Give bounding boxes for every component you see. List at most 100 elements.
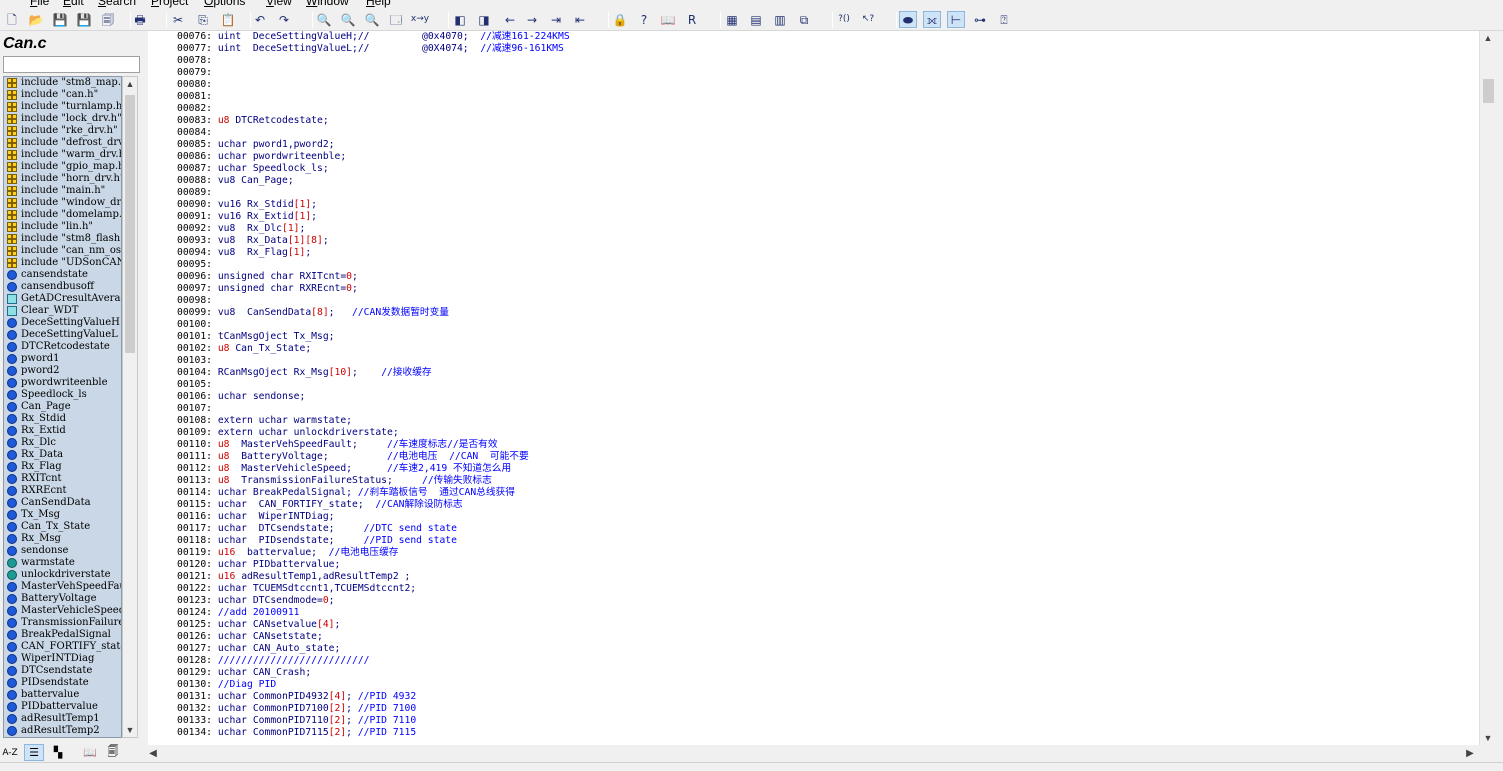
- find-icon[interactable]: 🔍: [315, 11, 333, 28]
- help-query-icon[interactable]: ?(): [835, 11, 853, 28]
- code-line[interactable]: 00107:: [148, 403, 1479, 415]
- code-line[interactable]: 00100:: [148, 319, 1479, 331]
- code-line[interactable]: 00112: u8 MasterVehicleSpeed; //车速2,419 …: [148, 463, 1479, 475]
- code-line[interactable]: 00125: uchar CANsetvalue[4];: [148, 619, 1479, 631]
- code-line[interactable]: 00120: uchar PIDbattervalue;: [148, 559, 1479, 571]
- symbol-list-item[interactable]: include "main.h": [4, 185, 121, 197]
- code-line[interactable]: 00083: u8 DTCRetcodestate;: [148, 115, 1479, 127]
- code-line[interactable]: 00090: vu16 Rx_Stdid[1];: [148, 199, 1479, 211]
- code-line[interactable]: 00088: vu8 Can_Page;: [148, 175, 1479, 187]
- symbol-list-item[interactable]: PIDsendstate: [4, 677, 121, 689]
- replace-xy-icon[interactable]: x→y: [411, 11, 429, 28]
- symbol-list-item[interactable]: Can_Tx_State: [4, 521, 121, 533]
- symbol-list-item[interactable]: TransmissionFailureStatus: [4, 617, 121, 629]
- scroll-up-icon[interactable]: ▲: [1480, 31, 1496, 45]
- symbol-search-input[interactable]: [3, 56, 140, 73]
- save-as-icon[interactable]: 💾: [75, 11, 93, 28]
- code-line[interactable]: 00078:: [148, 55, 1479, 67]
- menu-options[interactable]: Options: [204, 0, 245, 8]
- code-line[interactable]: 00082:: [148, 103, 1479, 115]
- symbol-list-item[interactable]: cansendbusoff: [4, 281, 121, 293]
- symbol-list-item[interactable]: include "domelamp.h": [4, 209, 121, 221]
- symbol-list-item[interactable]: unlockdriverstate: [4, 569, 121, 581]
- symbol-list-item[interactable]: adResultTemp1: [4, 713, 121, 725]
- symbol-list-item[interactable]: adResultTemp2: [4, 725, 121, 737]
- symbol-list-scrollbar[interactable]: ▲ ▼: [122, 76, 138, 738]
- code-line[interactable]: 00077: uint DeceSettingValueL;// @0X4074…: [148, 43, 1479, 55]
- symbol-list-item[interactable]: pword1: [4, 353, 121, 365]
- symbol-list-item[interactable]: include "turnlamp.h": [4, 101, 121, 113]
- symbol-list-item[interactable]: cansendstate: [4, 269, 121, 281]
- code-line[interactable]: 00086: uchar pwordwriteenble;: [148, 151, 1479, 163]
- code-line[interactable]: 00117: uchar DTCsendstate; //DTC send st…: [148, 523, 1479, 535]
- symbol-list-item[interactable]: include "gpio_map.h": [4, 161, 121, 173]
- relation-icon[interactable]: ⟗: [923, 11, 941, 28]
- symbol-list-item[interactable]: BatteryVoltage: [4, 593, 121, 605]
- find-next-icon[interactable]: 🔍: [339, 11, 357, 28]
- symbol-list-item[interactable]: include "defrost_drv.h": [4, 137, 121, 149]
- book-icon[interactable]: 📖: [659, 11, 677, 28]
- code-line[interactable]: 00084:: [148, 127, 1479, 139]
- new-file-icon[interactable]: 🗋: [3, 11, 21, 28]
- code-line[interactable]: 00119: u16 battervalue; //电池电压缓存: [148, 547, 1479, 559]
- view-3-icon[interactable]: ▥: [771, 11, 789, 28]
- scroll-down-icon[interactable]: ▼: [1480, 731, 1496, 745]
- code-line[interactable]: 00080:: [148, 79, 1479, 91]
- code-line[interactable]: 00132: uchar CommonPID7100[2]; //PID 710…: [148, 703, 1479, 715]
- code-line[interactable]: 00103:: [148, 355, 1479, 367]
- symbol-list-item[interactable]: Clear_WDT: [4, 305, 121, 317]
- scroll-up-icon[interactable]: ▲: [123, 77, 137, 91]
- bookmark-prev-icon[interactable]: ◧: [451, 11, 469, 28]
- symbol-list-item[interactable]: MasterVehSpeedFault: [4, 581, 121, 593]
- symbol-list-item[interactable]: include "window_drv.h": [4, 197, 121, 209]
- code-line[interactable]: 00096: unsigned char RXITcnt=0;: [148, 271, 1479, 283]
- help-box-icon[interactable]: ⍰: [995, 11, 1013, 28]
- symbol-list-item[interactable]: Rx_Data: [4, 449, 121, 461]
- symbol-list-item[interactable]: sendonse: [4, 545, 121, 557]
- code-line[interactable]: 00085: uchar pword1,pword2;: [148, 139, 1479, 151]
- code-line[interactable]: 00127: uchar CAN_Auto_state;: [148, 643, 1479, 655]
- code-line[interactable]: 00111: u8 BatteryVoltage; //电池电压 //CAN 可…: [148, 451, 1479, 463]
- context-icon[interactable]: ⬬: [899, 11, 917, 28]
- symbol-list-item[interactable]: include "rke_drv.h": [4, 125, 121, 137]
- lock-icon[interactable]: 🔒: [611, 11, 629, 28]
- symbol-list-item[interactable]: include "warm_drv.h": [4, 149, 121, 161]
- code-line[interactable]: 00121: u16 adResultTemp1,adResultTemp2 ;: [148, 571, 1479, 583]
- symbol-list[interactable]: include "stm8_map.h" include "can.h" inclu…: [3, 76, 122, 738]
- code-line[interactable]: 00118: uchar PIDsendstate; //PID send st…: [148, 535, 1479, 547]
- code-line[interactable]: 00094: vu8 Rx_Flag[1];: [148, 247, 1479, 259]
- code-line[interactable]: 00122: uchar TCUEMSdtccnt1,TCUEMSdtccnt2…: [148, 583, 1479, 595]
- symbol-list-item[interactable]: RXITcnt: [4, 473, 121, 485]
- menu-file[interactable]: File: [30, 0, 49, 8]
- symbol-list-item[interactable]: include "lock_drv.h": [4, 113, 121, 125]
- code-line[interactable]: 00110: u8 MasterVehSpeedFault; //车速度标志//…: [148, 439, 1479, 451]
- symbol-list-item[interactable]: DeceSettingValueH: [4, 317, 121, 329]
- print-icon[interactable]: 🖶: [131, 11, 149, 28]
- save-icon[interactable]: 💾: [51, 11, 69, 28]
- symbol-list-item[interactable]: BreakPedalSignal: [4, 629, 121, 641]
- menu-view[interactable]: View: [266, 0, 292, 8]
- symbol-list-item[interactable]: Rx_Msg: [4, 533, 121, 545]
- symbol-list-item[interactable]: Rx_Dlc: [4, 437, 121, 449]
- symbol-list-item[interactable]: include "can.h": [4, 89, 121, 101]
- symbol-list-item[interactable]: RXREcnt: [4, 485, 121, 497]
- symbol-list-item[interactable]: PIDbattervalue: [4, 701, 121, 713]
- symbol-list-item[interactable]: warmstate: [4, 557, 121, 569]
- code-line[interactable]: 00101: tCanMsgOject Tx_Msg;: [148, 331, 1479, 343]
- symbol-list-item[interactable]: include "horn_drv.h": [4, 173, 121, 185]
- code-line[interactable]: 00089:: [148, 187, 1479, 199]
- symbol-list-item[interactable]: Tx_Msg: [4, 509, 121, 521]
- code-line[interactable]: 00130: //Diag PID: [148, 679, 1479, 691]
- view-4-icon[interactable]: ⧉: [795, 11, 813, 28]
- tree-icon[interactable]: ⊢: [947, 11, 965, 28]
- view-2-icon[interactable]: ▤: [747, 11, 765, 28]
- code-line[interactable]: 00095:: [148, 259, 1479, 271]
- menu-window[interactable]: Window: [306, 0, 349, 8]
- symbol-list-item[interactable]: GetADCresultAverage: [4, 293, 121, 305]
- symbol-list-item[interactable]: include "stm8_flash.h": [4, 233, 121, 245]
- settings-view-icon[interactable]: 🗐: [103, 744, 123, 761]
- code-line[interactable]: 00081:: [148, 91, 1479, 103]
- save-all-icon[interactable]: 🗐: [99, 11, 117, 28]
- symbol-list-item[interactable]: Rx_Flag: [4, 461, 121, 473]
- code-line[interactable]: 00109: extern uchar unlockdriverstate;: [148, 427, 1479, 439]
